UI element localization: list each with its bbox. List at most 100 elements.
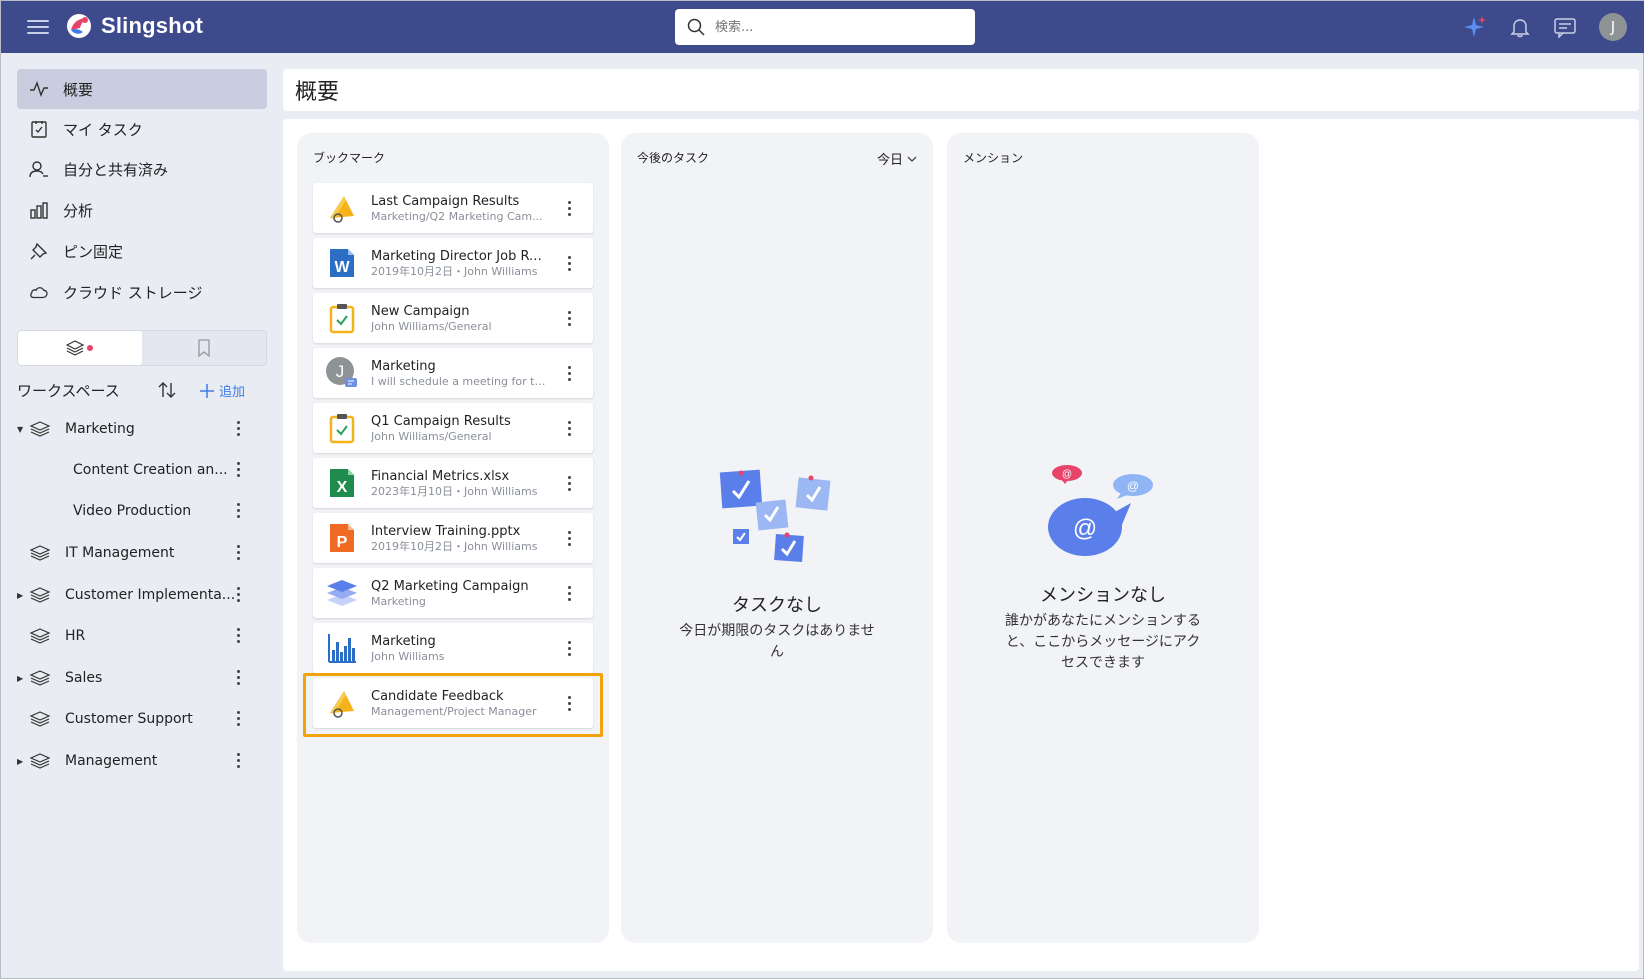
nav-overview[interactable]: 概要 — [17, 69, 267, 109]
chat-icon[interactable] — [1553, 16, 1577, 38]
nav-pinned[interactable]: ピン固定 — [17, 231, 267, 271]
more-options-icon[interactable] — [568, 256, 571, 274]
pin-icon — [30, 242, 48, 260]
brand[interactable]: Slingshot — [65, 12, 203, 40]
bookmark-card[interactable]: Last Campaign Results Marketing/Q2 Market… — [313, 183, 593, 233]
bookmarks-column: ブックマーク Last Campaign Results Marketing/Q2… — [297, 133, 609, 943]
more-options-icon[interactable] — [568, 311, 571, 329]
caret-right-icon[interactable]: ▶ — [17, 674, 25, 683]
shared-user-icon — [29, 161, 48, 178]
more-options-icon[interactable] — [568, 586, 571, 604]
caret-down-icon[interactable]: ▼ — [17, 425, 25, 434]
nav-label: ピン固定 — [63, 242, 124, 261]
more-options-icon[interactable] — [568, 421, 571, 439]
svg-text:@: @ — [1062, 469, 1072, 480]
task-checkbox-icon — [31, 121, 47, 138]
caret-right-icon[interactable]: ▶ — [17, 591, 25, 600]
user-avatar[interactable]: J — [1599, 13, 1627, 41]
nav-my-tasks[interactable]: マイ タスク — [17, 109, 267, 149]
more-options-icon[interactable] — [568, 476, 571, 494]
more-options-icon[interactable] — [568, 641, 571, 659]
bell-icon[interactable] — [1509, 16, 1531, 38]
bookmark-card[interactable]: Q2 Marketing Campaign Marketing — [313, 568, 593, 618]
workspace-item[interactable]: ▼ Marketing — [17, 411, 257, 447]
more-options-icon[interactable] — [568, 696, 571, 714]
workspaces-tab[interactable] — [18, 331, 142, 365]
bookmark-subtitle: John Williams/General — [371, 429, 492, 443]
workspace-item[interactable]: ▶ Sales — [17, 660, 257, 696]
bookmark-card[interactable]: Candidate Feedback Management/Project Man… — [313, 678, 593, 728]
search-input[interactable] — [715, 19, 955, 35]
workspace-item[interactable]: Customer Support — [17, 701, 257, 737]
clipboard-check-icon — [329, 414, 355, 444]
more-options-icon[interactable] — [237, 503, 241, 521]
page-title: 概要 — [295, 80, 340, 105]
workspace-item[interactable]: ▶ Customer Implementa... — [17, 577, 257, 613]
search-box[interactable] — [675, 9, 975, 45]
workspace-name: Customer Support — [65, 711, 193, 727]
bookmark-subtitle: John Williams/General — [371, 319, 492, 333]
megaphone-icon — [330, 691, 354, 718]
workspace-item[interactable]: IT Management — [17, 535, 257, 571]
add-workspace-button[interactable]: 追加 — [199, 381, 245, 400]
more-options-icon[interactable] — [237, 753, 241, 771]
bookmark-subtitle: I will schedule a meeting for to... — [371, 374, 546, 388]
more-options-icon[interactable] — [568, 531, 571, 549]
bookmark-subtitle: John Williams — [371, 649, 445, 663]
more-options-icon[interactable] — [237, 545, 241, 563]
tasks-filter-dropdown[interactable]: 今日 — [877, 149, 917, 168]
bookmark-card[interactable]: Marketing John Williams — [313, 623, 593, 673]
workspace-name: HR — [65, 628, 86, 644]
hamburger-menu-icon[interactable] — [27, 16, 49, 36]
chevron-down-icon — [907, 156, 917, 162]
bookmark-title: Q2 Marketing Campaign — [371, 578, 529, 594]
workspace-item[interactable]: ▶ Management — [17, 743, 257, 779]
bookmark-title: New Campaign — [371, 303, 470, 319]
tasks-empty-text: 今日が期限のタスクはありません — [679, 623, 875, 660]
more-options-icon[interactable] — [237, 628, 241, 646]
workspace-item[interactable]: HR — [17, 618, 257, 654]
bookmark-subtitle: Marketing — [371, 594, 426, 608]
word-file-icon: W — [330, 249, 354, 277]
more-options-icon[interactable] — [568, 201, 571, 219]
more-options-icon[interactable] — [237, 462, 241, 480]
more-options-icon[interactable] — [237, 670, 241, 688]
tasks-title: 今後のタスク — [637, 151, 710, 165]
nav-label: クラウド ストレージ — [63, 283, 203, 302]
more-options-icon[interactable] — [568, 366, 571, 384]
bookmark-title: Marketing Director Job Ro... — [371, 248, 546, 264]
nav-label: マイ タスク — [63, 120, 143, 139]
excel-file-icon: X — [330, 469, 354, 497]
caret-right-icon[interactable]: ▶ — [17, 757, 25, 766]
bookmark-card[interactable]: Q1 Campaign Results John Williams/General — [313, 403, 593, 453]
layers-icon — [29, 753, 51, 769]
nav-analytics[interactable]: 分析 — [17, 190, 267, 230]
workspace-child-item[interactable]: Content Creation an... — [17, 452, 257, 488]
cloud-icon — [30, 287, 48, 299]
bookmark-card[interactable]: W Marketing Director Job Ro... 2019年10月2日… — [313, 238, 593, 288]
more-options-icon[interactable] — [237, 421, 241, 439]
ai-sparkle-icon[interactable] — [1461, 14, 1487, 40]
slingshot-logo-icon — [67, 14, 91, 38]
workspace-child-item[interactable]: Video Production — [17, 493, 257, 529]
sort-icon[interactable] — [157, 380, 177, 400]
nav-cloud-storage[interactable]: クラウド ストレージ — [17, 272, 267, 312]
bookmark-card[interactable]: P Interview Training.pptx 2019年10月2日・John… — [313, 513, 593, 563]
bookmark-card[interactable]: New Campaign John Williams/General — [313, 293, 593, 343]
top-bar: Slingshot J — [1, 1, 1644, 53]
workspace-header: ワークスペース 追加 — [17, 375, 267, 405]
bookmark-card[interactable]: X Financial Metrics.xlsx 2023年1月10日・John … — [313, 458, 593, 508]
nav-label: 概要 — [63, 80, 94, 99]
bookmarks-tab[interactable] — [142, 331, 266, 365]
overview-panel: ブックマーク Last Campaign Results Marketing/Q2… — [283, 119, 1639, 971]
more-options-icon[interactable] — [237, 587, 241, 605]
layers-icon — [66, 340, 93, 356]
bar-chart-icon — [30, 202, 48, 219]
app-name: Slingshot — [101, 13, 204, 38]
nav-shared-with-me[interactable]: 自分と共有済み — [17, 149, 267, 189]
bookmark-card[interactable]: J Marketing I will schedule a meeting for… — [313, 348, 593, 398]
more-options-icon[interactable] — [237, 711, 241, 729]
bookmark-subtitle: Marketing/Q2 Marketing Cam... — [371, 209, 543, 223]
mentions-empty-text: 誰かがあなたにメンションすると、ここからメッセージにアクセスできます — [1005, 613, 1201, 671]
workspace-name: Sales — [65, 670, 103, 686]
